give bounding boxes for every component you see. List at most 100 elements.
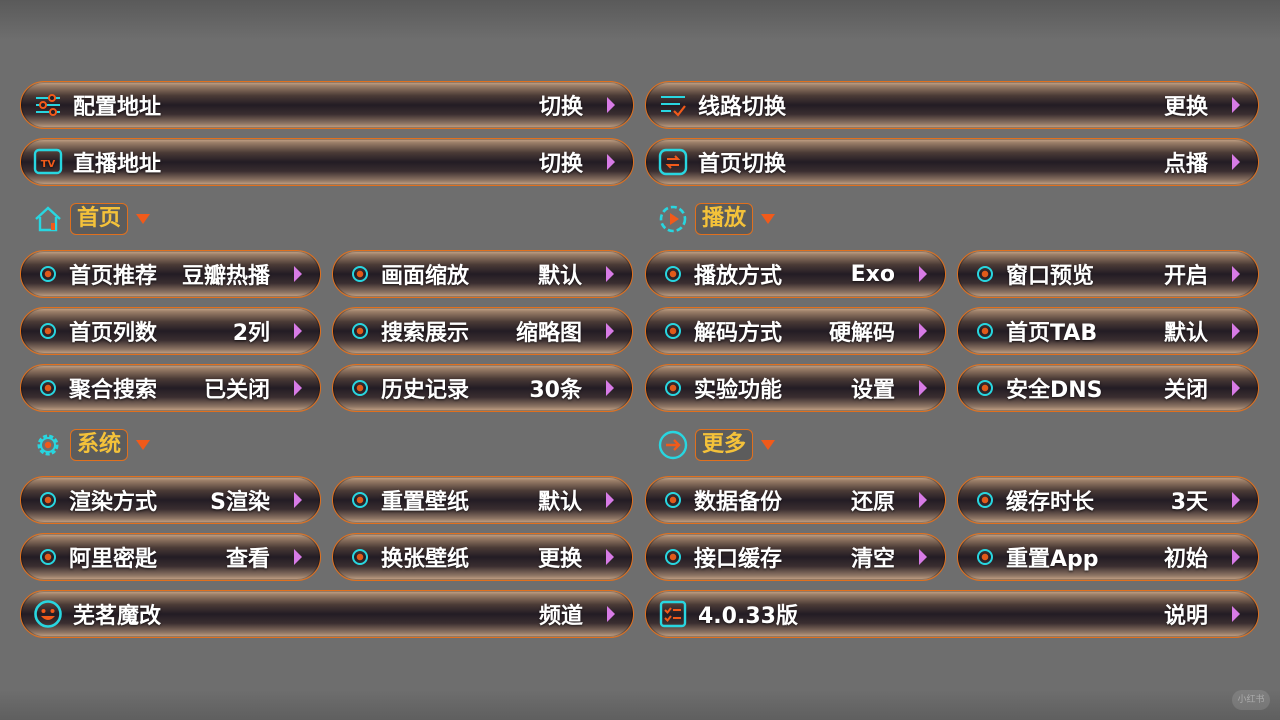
ali-key-label: 阿里密匙 — [69, 547, 158, 572]
home-switch-value: 点播 — [1163, 152, 1208, 177]
home-switch-row[interactable]: 首页切换 点播 — [645, 138, 1259, 186]
play-mode-row[interactable]: 播放方式 Exo — [645, 250, 946, 298]
reset-wallpaper-value: 默认 — [537, 490, 582, 515]
bullet-icon — [977, 323, 993, 339]
config-address-label: 配置地址 — [73, 95, 162, 120]
home-columns-value: 2列 — [232, 321, 270, 346]
gear-icon — [37, 434, 59, 456]
version-value: 说明 — [1163, 604, 1208, 629]
render-mode-row[interactable]: 渲染方式 S渲染 — [20, 476, 321, 524]
change-wallpaper-label: 换张壁纸 — [381, 547, 470, 572]
chevron-right-icon — [1232, 380, 1240, 396]
data-backup-row[interactable]: 数据备份 还原 — [645, 476, 946, 524]
picture-scale-row[interactable]: 画面缩放 默认 — [332, 250, 633, 298]
play-mode-label: 播放方式 — [694, 264, 783, 289]
home-columns-label: 首页列数 — [69, 321, 158, 346]
version-row[interactable]: 4.0.33版 说明 — [645, 590, 1259, 638]
chevron-right-icon — [919, 266, 927, 282]
bullet-icon — [977, 380, 993, 396]
checklist-icon — [659, 600, 687, 628]
window-preview-label: 窗口预览 — [1006, 264, 1095, 289]
cache-duration-value: 3天 — [1170, 490, 1208, 515]
change-wallpaper-row[interactable]: 换张壁纸 更换 — [332, 533, 633, 581]
search-display-row[interactable]: 搜索展示 缩略图 — [332, 307, 633, 355]
secure-dns-value: 关闭 — [1163, 378, 1208, 403]
window-preview-row[interactable]: 窗口预览 开启 — [957, 250, 1259, 298]
watermark: 小红书 — [1232, 690, 1270, 710]
bullet-icon — [40, 266, 56, 282]
data-backup-value: 还原 — [850, 490, 895, 515]
secure-dns-label: 安全DNS — [1006, 378, 1103, 403]
chevron-right-icon — [294, 492, 302, 508]
chevron-right-icon — [607, 154, 615, 170]
caret-down-icon — [761, 440, 776, 450]
chevron-right-icon — [1232, 97, 1240, 113]
ali-key-row[interactable]: 阿里密匙 查看 — [20, 533, 321, 581]
section-home[interactable]: 首页 — [32, 202, 151, 236]
cache-duration-row[interactable]: 缓存时长 3天 — [957, 476, 1259, 524]
route-switch-row[interactable]: 线路切换 更换 — [645, 81, 1259, 129]
reset-wallpaper-row[interactable]: 重置壁纸 默认 — [332, 476, 633, 524]
decode-mode-row[interactable]: 解码方式 硬解码 — [645, 307, 946, 355]
chevron-right-icon — [294, 380, 302, 396]
render-mode-value: S渲染 — [210, 490, 270, 515]
route-switch-value: 更换 — [1163, 95, 1208, 120]
live-address-label: 直播地址 — [73, 152, 162, 177]
ali-key-value: 查看 — [225, 547, 270, 572]
section-play-title: 播放 — [695, 203, 754, 235]
home-columns-row[interactable]: 首页列数 2列 — [20, 307, 321, 355]
chevron-right-icon — [607, 606, 615, 622]
aggregate-search-value: 已关闭 — [203, 378, 270, 403]
tv-icon: TV — [33, 148, 63, 175]
bullet-icon — [352, 323, 368, 339]
chevron-right-icon — [919, 549, 927, 565]
bullet-icon — [40, 549, 56, 565]
chevron-right-icon — [1232, 549, 1240, 565]
smiley-icon — [34, 600, 62, 628]
bullet-icon — [40, 380, 56, 396]
bullet-icon — [352, 266, 368, 282]
live-address-row[interactable]: TV 直播地址 切换 — [20, 138, 634, 186]
section-play[interactable]: 播放 — [657, 202, 776, 236]
sliders-icon — [36, 94, 60, 116]
bullet-icon — [665, 266, 681, 282]
chevron-right-icon — [606, 380, 614, 396]
reset-app-row[interactable]: 重置App 初始 — [957, 533, 1259, 581]
section-more[interactable]: 更多 — [657, 428, 776, 462]
secure-dns-row[interactable]: 安全DNS 关闭 — [957, 364, 1259, 412]
mod-channel-row[interactable]: 芜茗魔改 频道 — [20, 590, 634, 638]
config-address-row[interactable]: 配置地址 切换 — [20, 81, 634, 129]
search-display-value: 缩略图 — [515, 321, 582, 346]
section-system-title: 系统 — [70, 429, 129, 461]
bullet-icon — [665, 380, 681, 396]
bullet-icon — [977, 492, 993, 508]
chevron-right-icon — [1232, 154, 1240, 170]
picture-scale-value: 默认 — [537, 264, 582, 289]
chevron-right-icon — [1232, 492, 1240, 508]
history-row[interactable]: 历史记录 30条 — [332, 364, 633, 412]
chevron-right-icon — [1232, 606, 1240, 622]
home-recommend-row[interactable]: 首页推荐 豆瓣热播 — [20, 250, 321, 298]
window-preview-value: 开启 — [1163, 264, 1208, 289]
play-mode-value: Exo — [850, 261, 895, 287]
section-system[interactable]: 系统 — [32, 428, 151, 462]
swap-icon — [658, 148, 688, 176]
version-label: 4.0.33版 — [698, 604, 798, 629]
home-tab-label: 首页TAB — [1006, 321, 1098, 346]
decode-mode-value: 硬解码 — [828, 321, 895, 346]
home-icon — [35, 206, 61, 232]
bullet-icon — [977, 266, 993, 282]
home-tab-row[interactable]: 首页TAB 默认 — [957, 307, 1259, 355]
reset-app-value: 初始 — [1163, 547, 1208, 572]
play-circle-icon — [659, 205, 687, 233]
api-cache-label: 接口缓存 — [694, 547, 783, 572]
config-address-value: 切换 — [538, 95, 583, 120]
api-cache-row[interactable]: 接口缓存 清空 — [645, 533, 946, 581]
arrow-right-circle-icon — [658, 430, 688, 460]
picture-scale-label: 画面缩放 — [381, 264, 470, 289]
history-value: 30条 — [529, 378, 582, 403]
decode-mode-label: 解码方式 — [694, 321, 783, 346]
experimental-row[interactable]: 实验功能 设置 — [645, 364, 946, 412]
chevron-right-icon — [606, 492, 614, 508]
aggregate-search-row[interactable]: 聚合搜索 已关闭 — [20, 364, 321, 412]
